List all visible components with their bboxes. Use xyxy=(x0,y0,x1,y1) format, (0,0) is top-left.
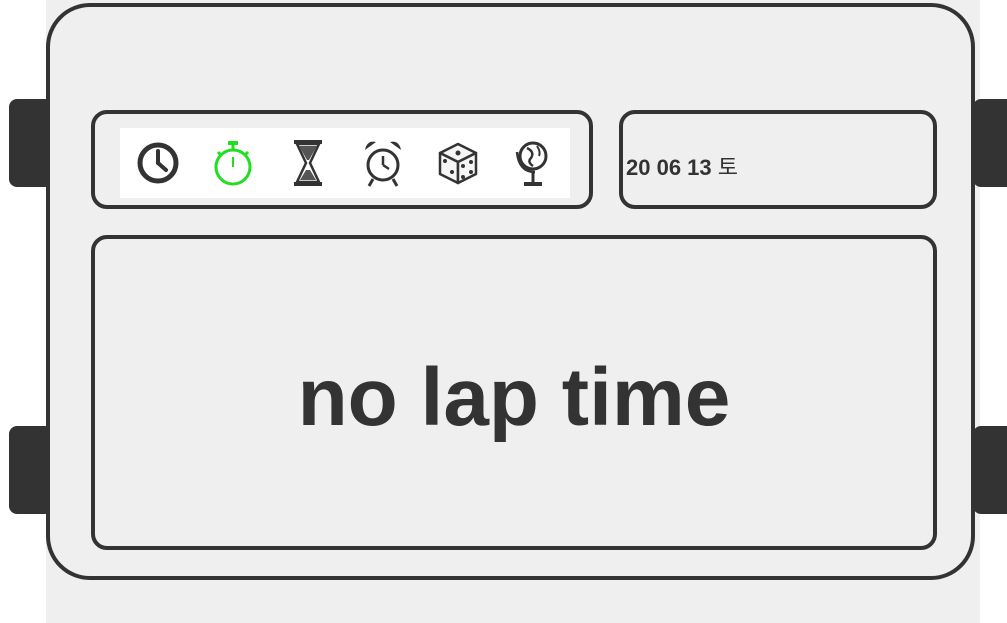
stopwatch-icon[interactable] xyxy=(207,132,259,194)
lap-time-message: no lap time xyxy=(297,352,731,443)
right-top-tab xyxy=(973,99,1007,187)
date-display: 20 06 13 토 xyxy=(626,150,738,182)
mode-selector-panel xyxy=(91,110,593,209)
clock-icon[interactable] xyxy=(132,132,184,194)
dice-icon[interactable] xyxy=(432,132,484,194)
date-weekday: 토 xyxy=(717,155,739,180)
mode-icon-strip xyxy=(120,128,570,198)
hourglass-icon[interactable] xyxy=(282,132,334,194)
globe-icon[interactable] xyxy=(507,132,559,194)
right-bottom-tab xyxy=(973,426,1007,514)
main-display-panel: no lap time xyxy=(91,235,937,550)
date-numbers: 20 06 13 xyxy=(626,155,712,180)
date-panel: 20 06 13 토 xyxy=(619,110,937,209)
alarm-clock-icon[interactable] xyxy=(357,132,409,194)
